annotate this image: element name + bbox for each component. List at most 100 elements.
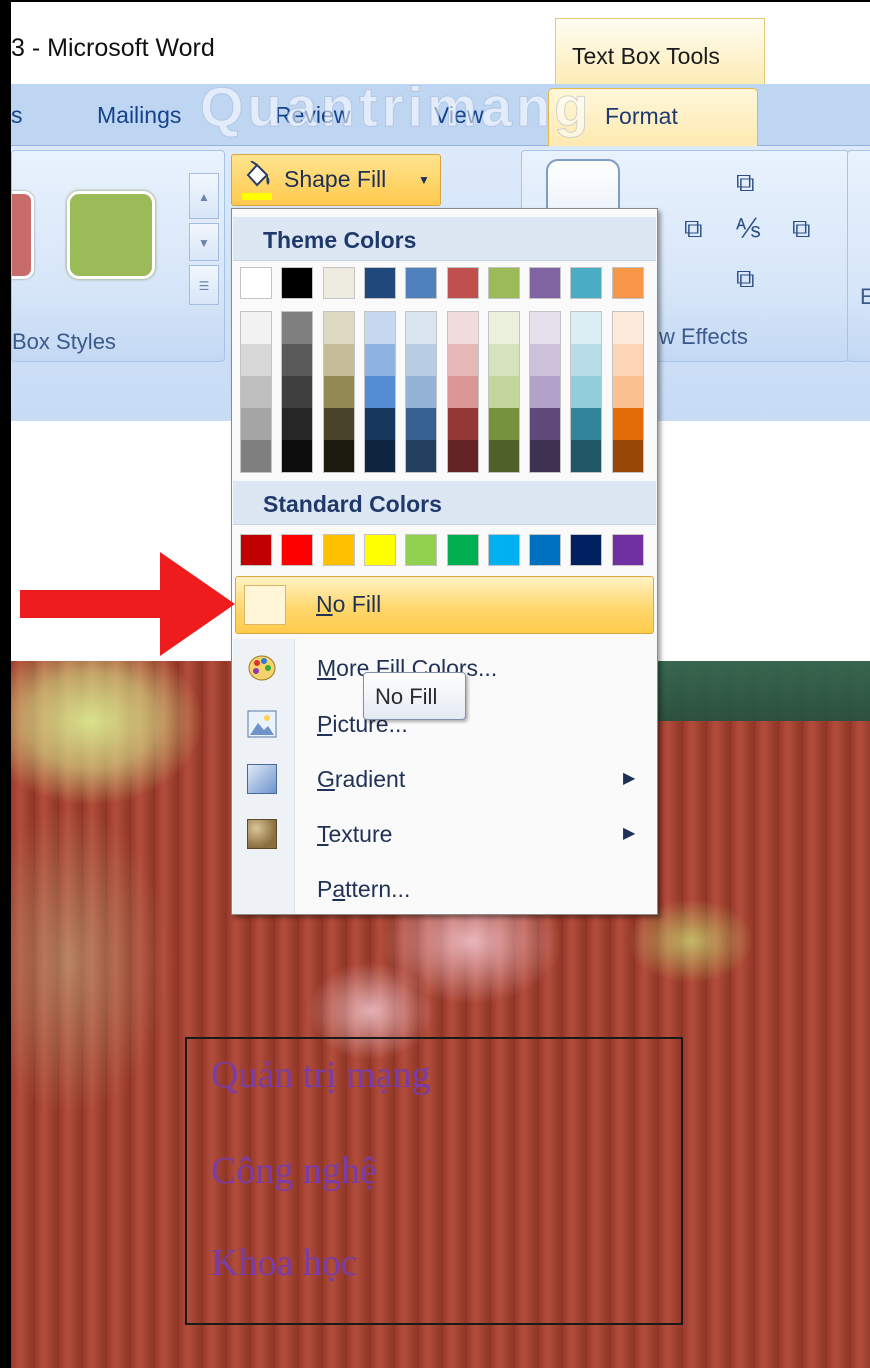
theme-shade-swatch[interactable] <box>488 312 519 344</box>
theme-color-swatch[interactable] <box>322 267 355 299</box>
standard-color-swatch[interactable] <box>363 534 396 566</box>
theme-color-swatch[interactable] <box>487 267 520 299</box>
theme-shade-swatch[interactable] <box>612 344 643 376</box>
style-swatch-red[interactable] <box>12 191 34 279</box>
theme-shade-column <box>240 311 272 473</box>
theme-shade-column <box>405 311 438 473</box>
theme-shade-swatch[interactable] <box>571 344 602 376</box>
standard-color-swatch[interactable] <box>240 534 272 566</box>
standard-color-swatch[interactable] <box>322 534 355 566</box>
theme-shade-swatch[interactable] <box>241 440 271 472</box>
chevron-down-icon: ▼ <box>418 173 430 187</box>
theme-shade-swatch[interactable] <box>447 312 478 344</box>
no-fill-item[interactable]: No Fill <box>235 576 654 634</box>
theme-shade-swatch[interactable] <box>406 376 437 408</box>
theme-shade-swatch[interactable] <box>364 312 395 344</box>
theme-shade-swatch[interactable] <box>571 408 602 440</box>
theme-shade-swatch[interactable] <box>571 440 602 472</box>
theme-shade-swatch[interactable] <box>364 344 395 376</box>
standard-color-swatch[interactable] <box>281 534 314 566</box>
theme-shade-swatch[interactable] <box>612 408 643 440</box>
theme-shade-swatch[interactable] <box>530 312 561 344</box>
theme-shade-swatch[interactable] <box>571 312 602 344</box>
text-box[interactable]: Quản trị mạng Công nghệ Khoa học <box>185 1037 683 1325</box>
nudge-up-icon[interactable]: ⧉ <box>736 167 755 199</box>
theme-shade-swatch[interactable] <box>530 408 561 440</box>
theme-shade-swatch[interactable] <box>406 312 437 344</box>
theme-shade-swatch[interactable] <box>282 344 313 376</box>
shadow-toggle-icon[interactable]: ⅍ <box>736 213 761 244</box>
theme-shade-swatch[interactable] <box>406 344 437 376</box>
texture-item[interactable]: Texture ▶ <box>233 807 656 862</box>
standard-color-swatch[interactable] <box>446 534 479 566</box>
theme-shade-swatch[interactable] <box>447 408 478 440</box>
theme-shade-swatch[interactable] <box>530 440 561 472</box>
theme-shade-swatch[interactable] <box>488 408 519 440</box>
tab-mailings[interactable]: Mailings <box>97 102 181 129</box>
theme-color-swatch[interactable] <box>240 267 272 299</box>
theme-shade-swatch[interactable] <box>323 376 354 408</box>
nudge-down-icon[interactable]: ⧉ <box>736 263 755 295</box>
styles-scroll-up-icon[interactable]: ▲ <box>189 173 219 219</box>
theme-shade-swatch[interactable] <box>612 312 643 344</box>
theme-color-swatch[interactable] <box>570 267 603 299</box>
theme-shade-swatch[interactable] <box>612 376 643 408</box>
theme-shade-swatch[interactable] <box>530 344 561 376</box>
standard-color-swatch[interactable] <box>611 534 644 566</box>
theme-shade-swatch[interactable] <box>488 376 519 408</box>
theme-shade-swatch[interactable] <box>447 344 478 376</box>
theme-shade-swatch[interactable] <box>323 408 354 440</box>
theme-shade-swatch[interactable] <box>612 440 643 472</box>
theme-shade-swatch[interactable] <box>323 312 354 344</box>
theme-shade-swatch[interactable] <box>282 408 313 440</box>
theme-shade-swatch[interactable] <box>447 376 478 408</box>
standard-color-swatch[interactable] <box>570 534 603 566</box>
style-swatch-green[interactable] <box>67 191 155 279</box>
theme-shade-column <box>611 311 644 473</box>
nudge-left-icon[interactable]: ⧉ <box>684 213 703 245</box>
theme-shade-swatch[interactable] <box>447 440 478 472</box>
nudge-right-icon[interactable]: ⧉ <box>792 213 811 245</box>
theme-shade-swatch[interactable] <box>364 440 395 472</box>
theme-shade-swatch[interactable] <box>406 408 437 440</box>
theme-shade-swatch[interactable] <box>323 440 354 472</box>
theme-shade-swatch[interactable] <box>282 440 313 472</box>
pattern-item[interactable]: Pattern... <box>233 862 656 917</box>
theme-shade-swatch[interactable] <box>364 408 395 440</box>
theme-shade-swatch[interactable] <box>530 376 561 408</box>
theme-color-swatch[interactable] <box>405 267 438 299</box>
color-palette-icon <box>248 655 276 681</box>
theme-shade-swatch[interactable] <box>241 376 271 408</box>
styles-scroll-down-icon[interactable]: ▼ <box>189 223 219 261</box>
theme-colors-label: Theme Colors <box>263 227 417 253</box>
picture-icon <box>247 710 277 738</box>
theme-shade-swatch[interactable] <box>282 312 313 344</box>
text-box-styles-group: ▲ ▼ ☰ Box Styles <box>11 150 225 362</box>
standard-color-swatch[interactable] <box>405 534 438 566</box>
theme-shade-swatch[interactable] <box>364 376 395 408</box>
styles-more-icon[interactable]: ☰ <box>189 265 219 305</box>
standard-color-swatch[interactable] <box>529 534 562 566</box>
standard-color-swatch[interactable] <box>487 534 520 566</box>
pattern-label: Pattern... <box>317 876 411 902</box>
texture-icon <box>247 819 277 849</box>
theme-color-swatch[interactable] <box>611 267 644 299</box>
theme-color-swatch[interactable] <box>363 267 396 299</box>
gradient-item[interactable]: Gradient ▶ <box>233 752 656 807</box>
theme-shade-swatch[interactable] <box>241 408 271 440</box>
theme-shade-swatch[interactable] <box>488 440 519 472</box>
shape-fill-button[interactable]: Shape Fill ▼ <box>231 154 441 206</box>
theme-color-swatch[interactable] <box>446 267 479 299</box>
theme-shade-swatch[interactable] <box>488 344 519 376</box>
theme-shade-swatch[interactable] <box>282 376 313 408</box>
theme-shade-swatch[interactable] <box>241 312 271 344</box>
theme-shade-swatch[interactable] <box>323 344 354 376</box>
theme-shade-column <box>446 311 479 473</box>
theme-shade-swatch[interactable] <box>241 344 271 376</box>
theme-shade-swatch[interactable] <box>406 440 437 472</box>
tab-partial[interactable]: s <box>11 102 23 129</box>
gradient-icon <box>247 764 277 794</box>
theme-shade-swatch[interactable] <box>571 376 602 408</box>
theme-color-swatch[interactable] <box>529 267 562 299</box>
theme-color-swatch[interactable] <box>281 267 314 299</box>
